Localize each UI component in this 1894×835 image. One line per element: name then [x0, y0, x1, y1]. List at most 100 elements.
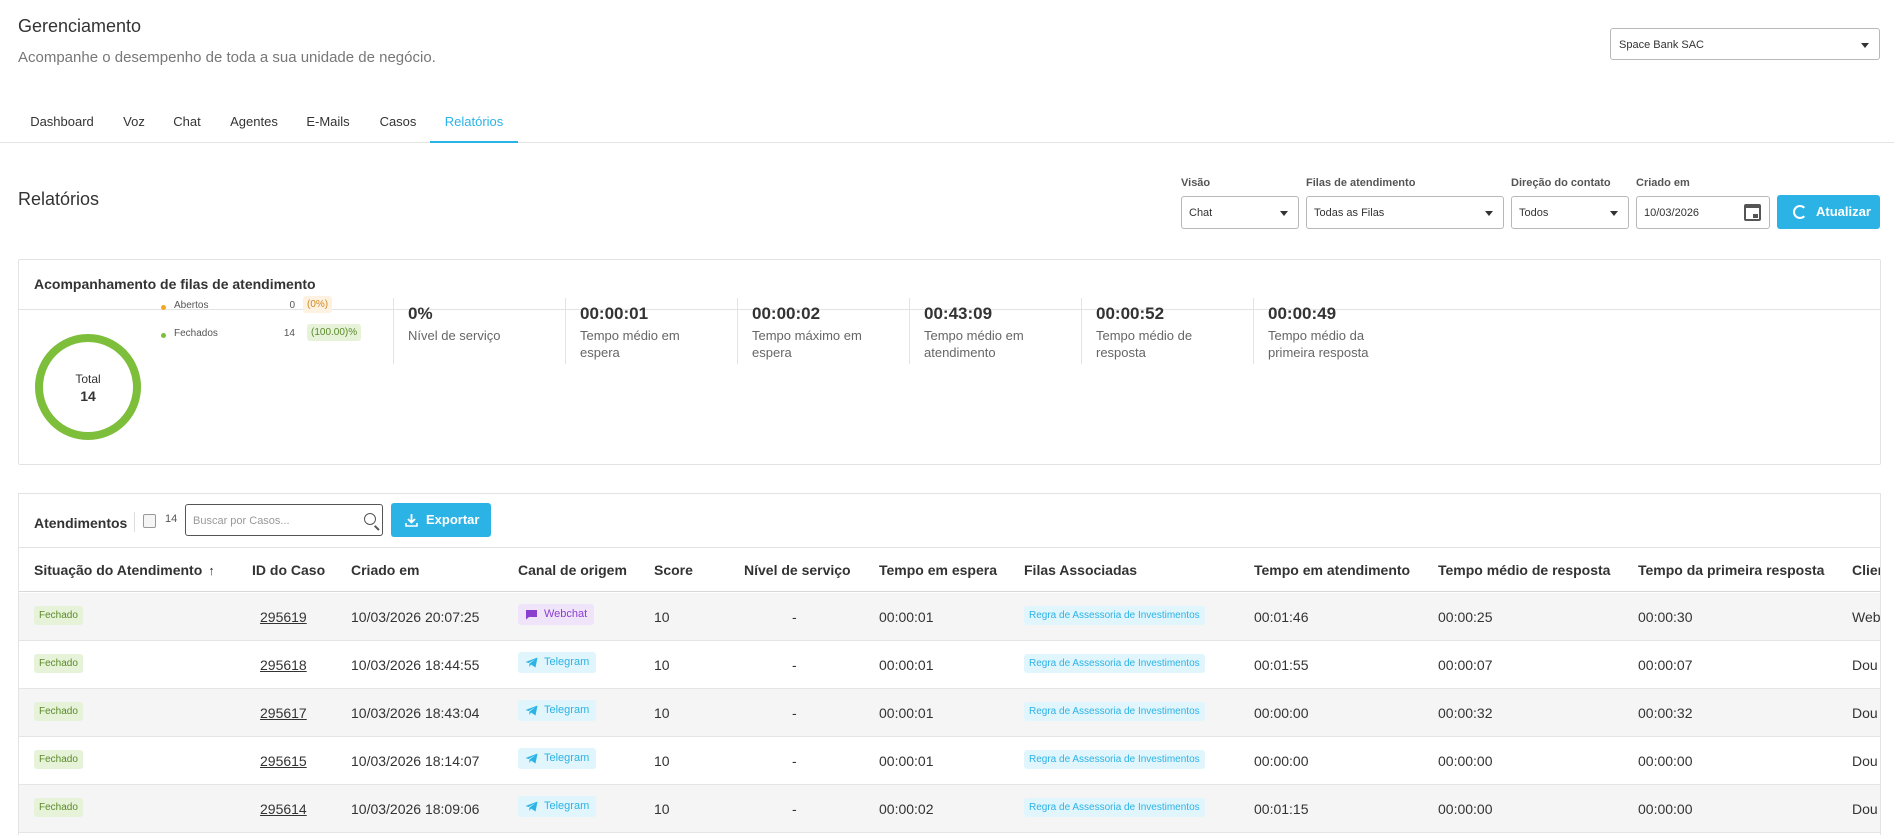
filas-value: Todas as Filas — [1314, 207, 1385, 219]
col-header-atendimento[interactable]: Tempo em atendimento — [1254, 562, 1410, 578]
handling-time: 00:01:55 — [1254, 657, 1309, 673]
business-unit-value: Space Bank SAC — [1619, 39, 1704, 51]
wait-time: 00:00:01 — [879, 705, 934, 721]
tab-emails[interactable]: E-Mails — [296, 106, 360, 143]
refresh-button[interactable]: Atualizar — [1777, 195, 1880, 229]
first-response-time: 00:00:30 — [1638, 609, 1693, 625]
kpi-label: Tempo médio da primeira resposta — [1268, 328, 1369, 360]
visao-label: Visão — [1181, 177, 1211, 189]
kpi-avg-response: 00:00:52 Tempo médio de resposta — [1081, 298, 1214, 364]
created-at: 10/03/2026 18:14:07 — [351, 753, 480, 769]
first-response-time: 00:00:32 — [1638, 705, 1693, 721]
direcao-label: Direção do contato — [1511, 177, 1611, 189]
date-input[interactable]: 10/03/2026 — [1636, 196, 1770, 229]
donut-total-value: 14 — [80, 388, 96, 404]
status-badge: Fechado — [34, 702, 83, 721]
tab-dashboard[interactable]: Dashboard — [18, 106, 106, 143]
visao-value: Chat — [1189, 207, 1213, 219]
queue-badge: Regra de Assessoria de Investimentos — [1024, 798, 1205, 817]
table-row[interactable]: Fechado 295614 10/03/2026 18:09:06 Telegram… — [19, 785, 1880, 833]
filas-select[interactable]: Todas as Filas — [1306, 196, 1504, 229]
created-at: 10/03/2026 18:09:06 — [351, 801, 480, 817]
table-row[interactable]: Fechado 295617 10/03/2026 18:43:04 Telegram… — [19, 689, 1880, 737]
divider — [134, 512, 135, 532]
col-header-nivel[interactable]: Nível de serviço — [744, 562, 851, 578]
tab-casos[interactable]: Casos — [368, 106, 428, 143]
queue-tracking-card: Acompanhamento de filas de atendimento T… — [18, 259, 1881, 465]
col-header-canal[interactable]: Canal de origem — [518, 562, 627, 578]
score: 10 — [654, 705, 670, 721]
legend-count-fechados: 14 — [283, 328, 295, 339]
queue-card-title: Acompanhamento de filas de atendimento — [34, 276, 316, 292]
kpi-value: 00:00:49 — [1268, 304, 1337, 323]
queue-badge: Regra de Assessoria de Investimentos — [1024, 702, 1205, 721]
direcao-select[interactable]: Todos — [1511, 196, 1629, 229]
avg-response-time: 00:00:25 — [1438, 609, 1493, 625]
case-id-link[interactable]: 295614 — [260, 801, 307, 817]
inbox-icon — [143, 514, 156, 528]
table-row[interactable]: Fechado 295615 10/03/2026 18:14:07 Telegram… — [19, 737, 1880, 785]
queue-badge: Regra de Assessoria de Investimentos — [1024, 606, 1205, 625]
legend-pct-fechados: (100.00)% — [307, 324, 362, 341]
donut-total-label: Total — [75, 372, 101, 386]
case-id-link[interactable]: 295617 — [260, 705, 307, 721]
col-header-cliente[interactable]: Clien — [1852, 562, 1880, 578]
atendimentos-title: Atendimentos — [34, 515, 128, 531]
business-unit-select[interactable]: Space Bank SAC — [1610, 28, 1880, 60]
tab-voz[interactable]: Voz — [114, 106, 154, 143]
tab-agentes[interactable]: Agentes — [220, 106, 288, 143]
search-input[interactable]: Buscar por Casos... — [185, 504, 383, 536]
handling-time: 00:00:00 — [1254, 753, 1309, 769]
channel-badge: Telegram — [518, 652, 597, 673]
telegram-icon — [525, 801, 538, 812]
kpi-value: 00:43:09 — [924, 304, 993, 323]
export-button[interactable]: Exportar — [391, 503, 491, 537]
kpi-label: Nível de serviço — [408, 328, 501, 343]
table-row[interactable]: Fechado 295618 10/03/2026 18:44:55 Telegram… — [19, 641, 1880, 689]
case-id-link[interactable]: 295615 — [260, 753, 307, 769]
atendimentos-card: Atendimentos 14 Buscar por Casos... Expo… — [18, 493, 1881, 835]
calendar-icon[interactable] — [1744, 204, 1761, 221]
channel-badge: Webchat — [518, 604, 595, 625]
first-response-time: 00:00:00 — [1638, 801, 1693, 817]
tab-relatorios[interactable]: Relatórios — [430, 106, 518, 143]
handling-time: 00:01:15 — [1254, 801, 1309, 817]
kpi-label: Tempo máximo em espera — [752, 328, 862, 360]
service-level: - — [792, 657, 797, 673]
kpi-value: 00:00:01 — [580, 304, 649, 323]
queue-badge: Regra de Assessoria de Investimentos — [1024, 654, 1205, 673]
client: Dou — [1852, 657, 1878, 673]
client: Web — [1852, 609, 1881, 625]
table-row[interactable]: Fechado 295619 10/03/2026 20:07:25 Webchat 1… — [19, 593, 1881, 641]
col-header-resposta[interactable]: Tempo médio de resposta — [1438, 562, 1610, 578]
col-header-espera[interactable]: Tempo em espera — [879, 562, 997, 578]
status-badge: Fechado — [34, 654, 83, 673]
col-header-score[interactable]: Score — [654, 562, 693, 578]
channel-badge: Telegram — [518, 748, 597, 769]
case-id-link[interactable]: 295618 — [260, 657, 307, 673]
visao-select[interactable]: Chat — [1181, 196, 1299, 229]
page-title: Gerenciamento — [18, 16, 142, 36]
col-header-filas[interactable]: Filas Associadas — [1024, 562, 1137, 578]
kpi-service-level: 0% Nível de serviço — [393, 298, 526, 364]
chevron-down-icon — [1861, 43, 1869, 48]
criado-label: Criado em — [1636, 177, 1690, 189]
col-header-criado[interactable]: Criado em — [351, 562, 419, 578]
avg-response-time: 00:00:00 — [1438, 801, 1493, 817]
export-label: Exportar — [426, 512, 480, 527]
col-header-primeira[interactable]: Tempo da primeira resposta — [1638, 562, 1824, 578]
channel-label: Telegram — [544, 752, 590, 764]
first-response-time: 00:00:07 — [1638, 657, 1693, 673]
atendimentos-count: 14 — [165, 513, 178, 525]
kpi-label: Tempo médio em atendimento — [924, 328, 1024, 360]
col-header-id[interactable]: ID do Caso — [252, 562, 325, 578]
client: Dou — [1852, 801, 1878, 817]
chat-bubble-icon — [526, 610, 537, 620]
search-icon[interactable] — [364, 513, 376, 525]
channel-badge: Telegram — [518, 700, 597, 721]
tab-chat[interactable]: Chat — [162, 106, 212, 143]
case-id-link[interactable]: 295619 — [260, 609, 307, 625]
col-header-situacao[interactable]: Situação do Atendimento ↑ — [34, 562, 215, 578]
wait-time: 00:00:01 — [879, 753, 934, 769]
avg-response-time: 00:00:32 — [1438, 705, 1493, 721]
